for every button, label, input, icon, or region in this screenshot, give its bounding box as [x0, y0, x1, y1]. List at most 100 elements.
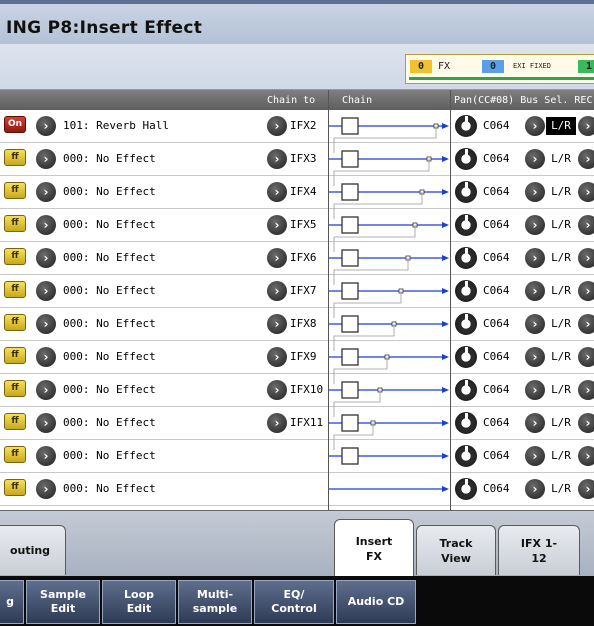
chain-to-popup-icon[interactable]: ›: [267, 314, 287, 334]
chain-to-popup-icon[interactable]: ›: [267, 149, 287, 169]
bus-select-value[interactable]: L/R: [546, 480, 576, 498]
bus-select-popup-icon[interactable]: ›: [525, 446, 545, 466]
chain-to-popup-icon[interactable]: ›: [267, 380, 287, 400]
bus-select-popup-icon[interactable]: ›: [525, 248, 545, 268]
effect-select-popup-icon[interactable]: ›: [36, 479, 56, 499]
effect-name[interactable]: 000: No Effect: [63, 251, 156, 264]
bus-select-value[interactable]: L/R: [546, 348, 576, 366]
pan-knob-icon[interactable]: [455, 346, 477, 368]
pan-value[interactable]: C064: [483, 482, 510, 495]
page-button-multisample[interactable]: Multi-sample: [178, 580, 252, 624]
rec-bus-popup-icon[interactable]: ›: [578, 281, 594, 301]
pan-knob-icon[interactable]: [455, 214, 477, 236]
page-button-audio-cd[interactable]: Audio CD: [336, 580, 416, 624]
pan-value[interactable]: C064: [483, 119, 510, 132]
ifx-on-off-switch[interactable]: ff: [4, 182, 26, 199]
bus-select-value[interactable]: L/R: [546, 447, 576, 465]
chain-to-popup-icon[interactable]: ›: [267, 182, 287, 202]
effect-select-popup-icon[interactable]: ›: [36, 380, 56, 400]
rec-bus-popup-icon[interactable]: ›: [578, 380, 594, 400]
effect-select-popup-icon[interactable]: ›: [36, 248, 56, 268]
pan-knob-icon[interactable]: [455, 115, 477, 137]
rec-bus-popup-icon[interactable]: ›: [578, 314, 594, 334]
tab-insert-fx[interactable]: Insert FX: [334, 519, 414, 577]
bus-select-value[interactable]: L/R: [546, 117, 576, 135]
effect-name[interactable]: 000: No Effect: [63, 185, 156, 198]
pan-value[interactable]: C064: [483, 218, 510, 231]
bus-select-popup-icon[interactable]: ›: [525, 479, 545, 499]
chain-to-popup-icon[interactable]: ›: [267, 281, 287, 301]
chain-to-value[interactable]: IFX2: [290, 119, 317, 132]
effect-name[interactable]: 000: No Effect: [63, 383, 156, 396]
chain-to-value[interactable]: IFX7: [290, 284, 317, 297]
ifx-on-off-switch[interactable]: ff: [4, 281, 26, 298]
rec-bus-popup-icon[interactable]: ›: [578, 248, 594, 268]
ifx-on-off-switch[interactable]: On: [4, 116, 26, 133]
bus-select-value[interactable]: L/R: [546, 150, 576, 168]
chain-to-value[interactable]: IFX8: [290, 317, 317, 330]
ifx-on-off-switch[interactable]: ff: [4, 314, 26, 331]
ifx-on-off-switch[interactable]: ff: [4, 149, 26, 166]
pan-value[interactable]: C064: [483, 284, 510, 297]
tab-routing[interactable]: outing: [0, 525, 66, 575]
chain-to-value[interactable]: IFX6: [290, 251, 317, 264]
bus-select-value[interactable]: L/R: [546, 315, 576, 333]
pan-knob-icon[interactable]: [455, 313, 477, 335]
pan-value[interactable]: C064: [483, 350, 510, 363]
rec-bus-popup-icon[interactable]: ›: [578, 215, 594, 235]
page-button-loop-edit[interactable]: Loop Edit: [102, 580, 176, 624]
pan-value[interactable]: C064: [483, 251, 510, 264]
chain-to-popup-icon[interactable]: ›: [267, 248, 287, 268]
pan-knob-icon[interactable]: [455, 247, 477, 269]
bus-select-value[interactable]: L/R: [546, 381, 576, 399]
chain-to-value[interactable]: IFX10: [290, 383, 323, 396]
rec-bus-popup-icon[interactable]: ›: [578, 446, 594, 466]
pan-value[interactable]: C064: [483, 152, 510, 165]
effect-select-popup-icon[interactable]: ›: [36, 149, 56, 169]
chain-to-value[interactable]: IFX3: [290, 152, 317, 165]
rec-bus-popup-icon[interactable]: ›: [578, 347, 594, 367]
rec-bus-popup-icon[interactable]: ›: [578, 413, 594, 433]
rec-bus-popup-icon[interactable]: ›: [578, 116, 594, 136]
bus-select-popup-icon[interactable]: ›: [525, 380, 545, 400]
chain-to-value[interactable]: IFX9: [290, 350, 317, 363]
bus-select-popup-icon[interactable]: ›: [525, 314, 545, 334]
bus-select-popup-icon[interactable]: ›: [525, 413, 545, 433]
rec-bus-popup-icon[interactable]: ›: [578, 149, 594, 169]
effect-select-popup-icon[interactable]: ›: [36, 116, 56, 136]
effect-name[interactable]: 000: No Effect: [63, 317, 156, 330]
ifx-on-off-switch[interactable]: ff: [4, 248, 26, 265]
pan-value[interactable]: C064: [483, 383, 510, 396]
effect-name[interactable]: 101: Reverb Hall: [63, 119, 169, 132]
bus-select-popup-icon[interactable]: ›: [525, 149, 545, 169]
chain-to-value[interactable]: IFX11: [290, 416, 323, 429]
ifx-on-off-switch[interactable]: ff: [4, 413, 26, 430]
pan-knob-icon[interactable]: [455, 478, 477, 500]
ifx-on-off-switch[interactable]: ff: [4, 380, 26, 397]
ifx-on-off-switch[interactable]: ff: [4, 347, 26, 364]
effect-select-popup-icon[interactable]: ›: [36, 413, 56, 433]
effect-name[interactable]: 000: No Effect: [63, 416, 156, 429]
effect-select-popup-icon[interactable]: ›: [36, 347, 56, 367]
pan-knob-icon[interactable]: [455, 181, 477, 203]
bus-select-popup-icon[interactable]: ›: [525, 347, 545, 367]
effect-name[interactable]: 000: No Effect: [63, 152, 156, 165]
pan-knob-icon[interactable]: [455, 445, 477, 467]
bus-select-value[interactable]: L/R: [546, 216, 576, 234]
bus-select-value[interactable]: L/R: [546, 249, 576, 267]
ifx-on-off-switch[interactable]: ff: [4, 446, 26, 463]
pan-value[interactable]: C064: [483, 449, 510, 462]
effect-select-popup-icon[interactable]: ›: [36, 314, 56, 334]
bus-select-popup-icon[interactable]: ›: [525, 182, 545, 202]
effect-name[interactable]: 000: No Effect: [63, 350, 156, 363]
bus-select-value[interactable]: L/R: [546, 282, 576, 300]
bus-select-popup-icon[interactable]: ›: [525, 215, 545, 235]
effect-select-popup-icon[interactable]: ›: [36, 446, 56, 466]
ifx-on-off-switch[interactable]: ff: [4, 479, 26, 496]
effect-name[interactable]: 000: No Effect: [63, 482, 156, 495]
pan-knob-icon[interactable]: [455, 412, 477, 434]
effect-select-popup-icon[interactable]: ›: [36, 281, 56, 301]
pan-knob-icon[interactable]: [455, 280, 477, 302]
pan-value[interactable]: C064: [483, 185, 510, 198]
bus-select-popup-icon[interactable]: ›: [525, 116, 545, 136]
